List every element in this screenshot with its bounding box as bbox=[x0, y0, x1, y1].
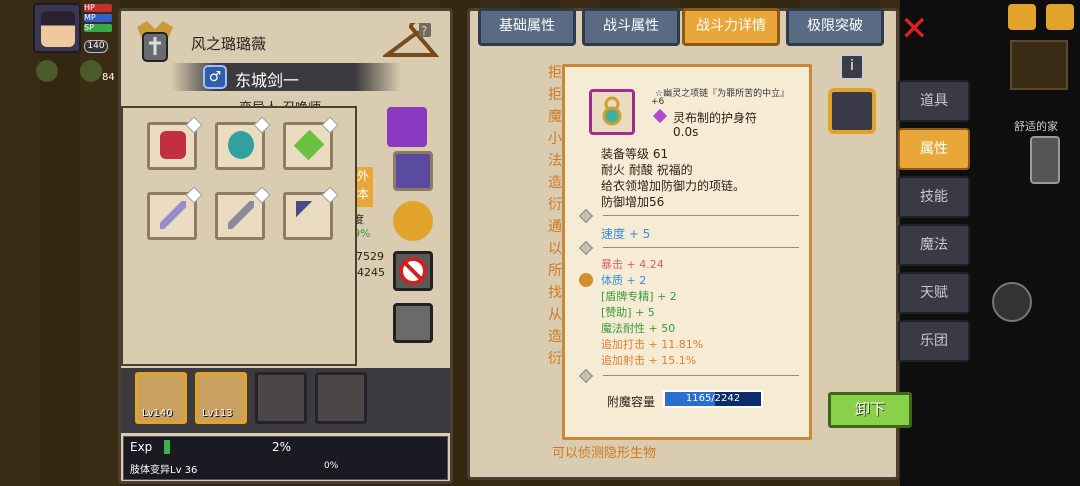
side-tab-items[interactable]: 道具 bbox=[898, 80, 970, 122]
item-cooldown: 0.0s bbox=[673, 125, 699, 139]
bonus-line: [盾牌专精] + 2 bbox=[601, 290, 677, 303]
party-member-2[interactable]: Lv113 bbox=[195, 372, 247, 424]
exp-percent: 2% bbox=[272, 440, 292, 454]
equipped-cape-icon[interactable] bbox=[387, 107, 427, 147]
level-badge: 140 bbox=[84, 40, 108, 53]
item-type: 灵布制的护身符 bbox=[673, 111, 758, 125]
side-tab-magic[interactable]: 魔法 bbox=[898, 224, 970, 266]
sp-bar: SP bbox=[84, 24, 112, 32]
bonus-list: 暴击 + 4.24 体质 + 2 [盾牌专精] + 2 [赞助] + 5 魔法耐性 + … bbox=[601, 257, 703, 369]
hanger-icon[interactable]: ? bbox=[381, 19, 440, 63]
mutation-exp-label: 肢体变异Lv 36 bbox=[130, 465, 198, 476]
item-desc-line: 防御增加56 bbox=[601, 195, 665, 209]
party-member-1[interactable]: Lv140 bbox=[135, 372, 187, 424]
player-portrait[interactable] bbox=[33, 3, 81, 53]
side-tab-attributes[interactable]: 属性 bbox=[898, 128, 970, 170]
necklace-icon bbox=[589, 89, 635, 135]
socket-icon bbox=[578, 368, 594, 384]
equipped-ring-icon[interactable] bbox=[393, 201, 433, 241]
bonus-line: 暴击 + 4.24 bbox=[601, 258, 664, 271]
svg-text:?: ? bbox=[421, 24, 427, 38]
unequip-button[interactable]: 卸下 bbox=[828, 392, 912, 428]
party-member-level: Lv140 bbox=[142, 408, 173, 419]
unequip-slot-icon[interactable] bbox=[393, 251, 433, 291]
compass-icon[interactable] bbox=[992, 282, 1032, 322]
enchant-capacity-bar: 1165/2242 bbox=[663, 390, 763, 408]
inventory-slot-dagger[interactable] bbox=[215, 186, 271, 240]
male-icon: ♂ bbox=[203, 65, 227, 89]
side-tab-band[interactable]: 乐团 bbox=[898, 320, 970, 362]
enchant-capacity-label: 附魔容量 bbox=[607, 395, 656, 409]
inventory-slot-emerald[interactable] bbox=[283, 116, 339, 170]
item-name: ☆幽灵之项链『为罪所苦的中立』 bbox=[655, 89, 790, 99]
info-button[interactable]: i bbox=[840, 54, 864, 80]
inventory-slot-sword[interactable] bbox=[147, 186, 203, 240]
party-member-level: Lv113 bbox=[202, 408, 233, 419]
enchant-capacity-value: 1165/2242 bbox=[685, 393, 741, 404]
hp-bar: HP bbox=[84, 4, 112, 12]
mp-bar: MP bbox=[84, 14, 112, 22]
divider bbox=[603, 375, 799, 376]
guild-name: 风之璐璐薇 bbox=[191, 35, 267, 53]
bonus-line: 速度 + 5 bbox=[601, 227, 651, 241]
key-icon bbox=[579, 273, 593, 287]
exp-label: Exp bbox=[130, 440, 153, 454]
shield-icon[interactable] bbox=[80, 60, 102, 82]
tab-basic-attributes[interactable]: 基础属性 bbox=[478, 8, 576, 46]
party-slot-empty[interactable] bbox=[255, 372, 307, 424]
minimap[interactable] bbox=[1010, 40, 1068, 90]
mutation-exp-percent: 0% bbox=[324, 461, 339, 471]
guild-emblem-icon bbox=[135, 19, 175, 65]
side-tab-skills[interactable]: 技能 bbox=[898, 176, 970, 218]
character-panel: 风之璐璐薇 ? ♂ 东城剑一 变异人 召唤师 外 本 度 9% 17529 42… bbox=[118, 8, 453, 484]
item-tooltip: ☆幽灵之项链『为罪所苦的中立』 +6 灵布制的护身符 0.0s 装备等级 61 … bbox=[562, 64, 812, 440]
phone-icon[interactable] bbox=[1030, 136, 1060, 184]
tab-combat-power-details[interactable]: 战斗力详情 bbox=[682, 8, 780, 46]
item-enhance-level: +6 bbox=[651, 97, 665, 107]
party-slot-empty[interactable] bbox=[315, 372, 367, 424]
lock-slot-icon[interactable] bbox=[393, 303, 433, 343]
character-title: 东城剑一 bbox=[235, 71, 300, 90]
equipped-glove-icon[interactable] bbox=[393, 151, 433, 191]
side-tab-talent[interactable]: 天赋 bbox=[898, 272, 970, 314]
compare-slot[interactable] bbox=[828, 88, 876, 134]
divider bbox=[603, 247, 799, 248]
socket-icon bbox=[578, 240, 594, 256]
tab-combat-attributes[interactable]: 战斗属性 bbox=[582, 8, 680, 46]
bonus-line: [赞助] + 5 bbox=[601, 306, 655, 319]
item-desc-line: 耐火 耐酸 祝福的 bbox=[601, 163, 693, 177]
bonus-line: 追加射击 + 15.1% bbox=[601, 354, 697, 367]
socket-icon bbox=[578, 208, 594, 224]
inventory-slot-helmet[interactable] bbox=[147, 116, 203, 170]
background-footer-text: 可以侦测隐形生物 bbox=[552, 446, 657, 461]
item-grade-icon bbox=[652, 108, 668, 124]
exp-fill bbox=[164, 440, 170, 454]
stat-value-2: 4245 bbox=[357, 266, 385, 279]
item-desc-line: 给衣领增加防御力的项链。 bbox=[601, 179, 746, 193]
bonus-line: 体质 + 2 bbox=[601, 274, 647, 287]
tab-limit-break[interactable]: 极限突破 bbox=[786, 8, 884, 46]
globe-icon[interactable] bbox=[1008, 4, 1036, 30]
item-desc-line: 装备等级 61 bbox=[601, 147, 669, 161]
location-label: 舒适的家 bbox=[1014, 120, 1058, 133]
refresh-icon[interactable] bbox=[36, 60, 58, 82]
status-bars: HP MP SP bbox=[84, 4, 112, 32]
bonus-line: 魔法耐性 + 50 bbox=[601, 322, 676, 335]
exp-panel: Exp 2% 肢体变异Lv 36 0% bbox=[123, 436, 448, 480]
party-bar: Lv140 Lv113 bbox=[121, 368, 450, 433]
bonus-line: 追加打击 + 11.81% bbox=[601, 338, 704, 351]
divider bbox=[603, 215, 799, 216]
inventory-slot-amulet[interactable] bbox=[215, 116, 271, 170]
close-icon[interactable]: ✕ bbox=[900, 12, 934, 46]
inventory-grid bbox=[121, 106, 357, 366]
exit-icon[interactable] bbox=[1046, 4, 1074, 30]
gold-count: 84 bbox=[102, 72, 115, 83]
inventory-slot-axe[interactable] bbox=[283, 186, 339, 240]
